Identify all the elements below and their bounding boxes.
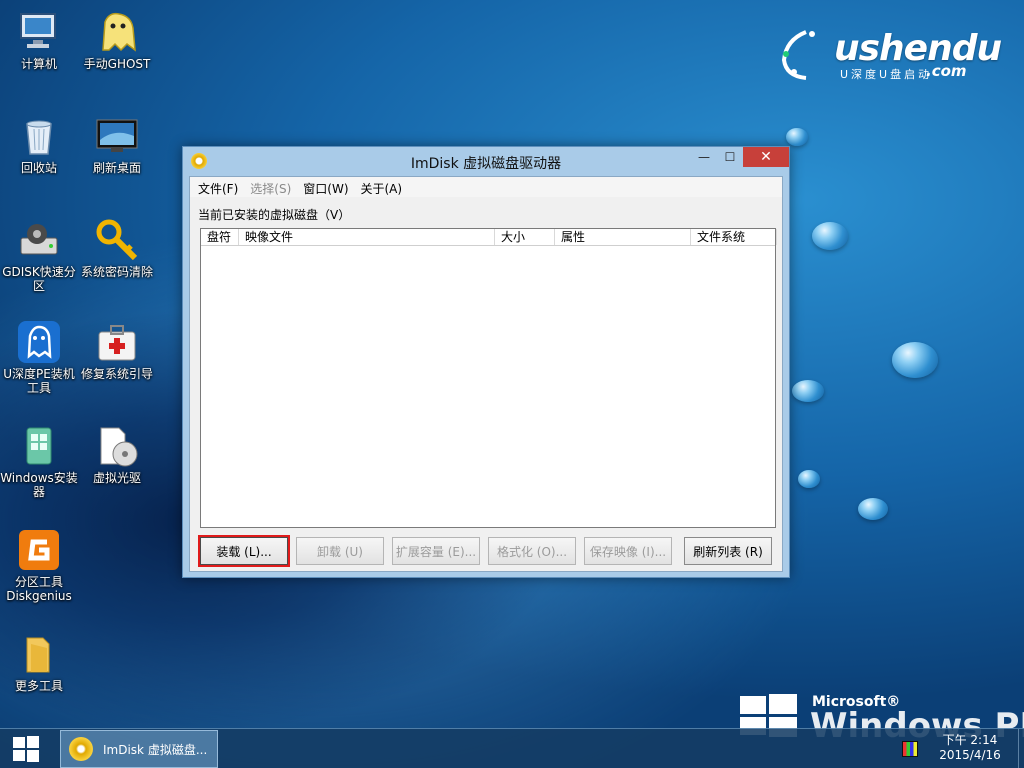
water-drop	[858, 498, 888, 520]
desktop-icon-more-tools[interactable]: 更多工具	[0, 632, 78, 693]
imdisk-task-icon	[69, 737, 93, 761]
desktop-icon-repair-boot[interactable]: 修复系统引导	[78, 320, 156, 381]
logo-swirl-icon	[781, 30, 815, 80]
taskbar: ImDisk 虚拟磁盘... 下午 2:14 2015/4/16	[0, 728, 1024, 768]
logo-dotcom: .com	[926, 62, 967, 80]
desktop-icon-recycle-bin[interactable]: 回收站	[0, 114, 78, 175]
monitor-icon	[95, 114, 139, 158]
desktop-icon-diskgenius[interactable]: 分区工具Diskgenius	[0, 528, 78, 603]
desktop-icon-manual-ghost[interactable]: 手动GHOST	[78, 10, 156, 71]
logo-word: ushendu	[834, 28, 1002, 69]
menu-file[interactable]: 文件(F)	[198, 177, 242, 197]
title-bar[interactable]: ImDisk 虚拟磁盘驱动器 — ☐ ✕	[183, 147, 789, 175]
desktop-icon-label: U深度PE装机工具	[3, 367, 75, 395]
clock-time: 下午 2:14	[942, 733, 998, 747]
desktop-icon-label: 计算机	[20, 57, 57, 71]
virtual-cd-icon	[95, 424, 139, 468]
menu-window[interactable]: 窗口(W)	[303, 177, 352, 197]
desktop-icon-ushendu-pe[interactable]: U深度PE装机工具	[0, 320, 78, 395]
menu-about[interactable]: 关于(A)	[361, 177, 407, 197]
water-drop	[798, 470, 820, 488]
desktop-icon-virtual-cdrom[interactable]: 虚拟光驱	[78, 424, 156, 485]
desktop-icon-password-clear[interactable]: 系统密码清除	[78, 218, 156, 279]
diskgenius-icon	[17, 528, 61, 572]
desktop-icon-label: Windows安装器	[0, 471, 78, 499]
water-drop	[792, 380, 824, 402]
start-button[interactable]	[0, 729, 52, 768]
desktop-icon-label: 更多工具	[14, 679, 63, 693]
refresh-list-button[interactable]: 刷新列表 (R)	[684, 537, 772, 565]
menu-bar: 文件(F) 选择(S) 窗口(W) 关于(A)	[190, 177, 782, 197]
first-aid-kit-icon	[95, 320, 139, 364]
water-drop	[892, 342, 938, 378]
installed-disks-label: 当前已安装的虚拟磁盘（V）	[198, 208, 351, 222]
clock[interactable]: 下午 2:14 2015/4/16	[930, 733, 1010, 763]
desktop-icon-label: 系统密码清除	[80, 265, 153, 279]
button-row: 装载 (L)... 卸载 (U) 扩展容量 (E)... 格式化 (O)... …	[198, 535, 780, 567]
ushendu-logo: ushendu U深度U盘启动 .com	[776, 26, 1006, 84]
water-drop	[812, 222, 848, 250]
unmount-button[interactable]: 卸载 (U)	[296, 537, 384, 565]
windows-installer-icon	[17, 424, 61, 468]
taskbar-item-label: ImDisk 虚拟磁盘...	[103, 742, 208, 757]
tray-display-icon[interactable]	[902, 741, 918, 757]
windows-start-icon	[13, 736, 39, 762]
format-button[interactable]: 格式化 (O)...	[488, 537, 576, 565]
computer-icon	[17, 10, 61, 54]
window-client: 文件(F) 选择(S) 窗口(W) 关于(A) 当前已安装的虚拟磁盘（V） 盘符…	[189, 176, 783, 572]
show-desktop-button[interactable]	[1018, 729, 1024, 768]
column-header-size[interactable]: 大小	[495, 229, 555, 245]
close-button[interactable]: ✕	[743, 147, 789, 167]
disk-gear-icon	[17, 218, 61, 262]
menu-select[interactable]: 选择(S)	[250, 177, 295, 197]
desktop-icon-refresh-desktop[interactable]: 刷新桌面	[78, 114, 156, 175]
desktop-icon-label: 手动GHOST	[83, 57, 151, 71]
logo-subtitle: U深度U盘启动	[840, 68, 933, 81]
desktop-icon-label: 修复系统引导	[80, 367, 153, 381]
imdisk-window[interactable]: ImDisk 虚拟磁盘驱动器 — ☐ ✕ 文件(F) 选择(S) 窗口(W) 关…	[182, 146, 790, 578]
virtual-disk-list[interactable]: 盘符 映像文件 大小 属性 文件系统	[200, 228, 777, 528]
ghost-icon	[95, 10, 139, 54]
taskbar-item-imdisk[interactable]: ImDisk 虚拟磁盘...	[60, 730, 218, 768]
save-image-button[interactable]: 保存映像 (I)...	[584, 537, 672, 565]
mount-button[interactable]: 装载 (L)...	[198, 535, 290, 567]
column-header-properties[interactable]: 属性	[555, 229, 691, 245]
desktop-icon-label: 刷新桌面	[92, 161, 141, 175]
column-header-image-file[interactable]: 映像文件	[239, 229, 495, 245]
minimize-button[interactable]: —	[691, 147, 717, 167]
desktop-icon-gdisk[interactable]: GDISK快速分区	[0, 218, 78, 293]
recycle-bin-icon	[17, 114, 61, 158]
list-header: 盘符 映像文件 大小 属性 文件系统	[201, 229, 777, 246]
extend-size-button[interactable]: 扩展容量 (E)...	[392, 537, 480, 565]
desktop-icon-label: 分区工具Diskgenius	[6, 575, 72, 603]
water-drop	[786, 128, 808, 146]
desktop-icon-label: 回收站	[20, 161, 57, 175]
desktop-icon-label: GDISK快速分区	[2, 265, 76, 293]
maximize-button[interactable]: ☐	[717, 147, 743, 167]
clock-date: 2015/4/16	[939, 748, 1001, 762]
column-header-drive[interactable]: 盘符	[201, 229, 239, 245]
key-icon	[95, 218, 139, 262]
desktop-icon-windows-installer[interactable]: Windows安装器	[0, 424, 78, 499]
folder-icon	[17, 632, 61, 676]
desktop-icon-label: 虚拟光驱	[92, 471, 141, 485]
ushendu-ghost-icon	[17, 320, 61, 364]
column-header-filesystem[interactable]: 文件系统	[691, 229, 777, 245]
desktop-icon-computer[interactable]: 计算机	[0, 10, 78, 71]
